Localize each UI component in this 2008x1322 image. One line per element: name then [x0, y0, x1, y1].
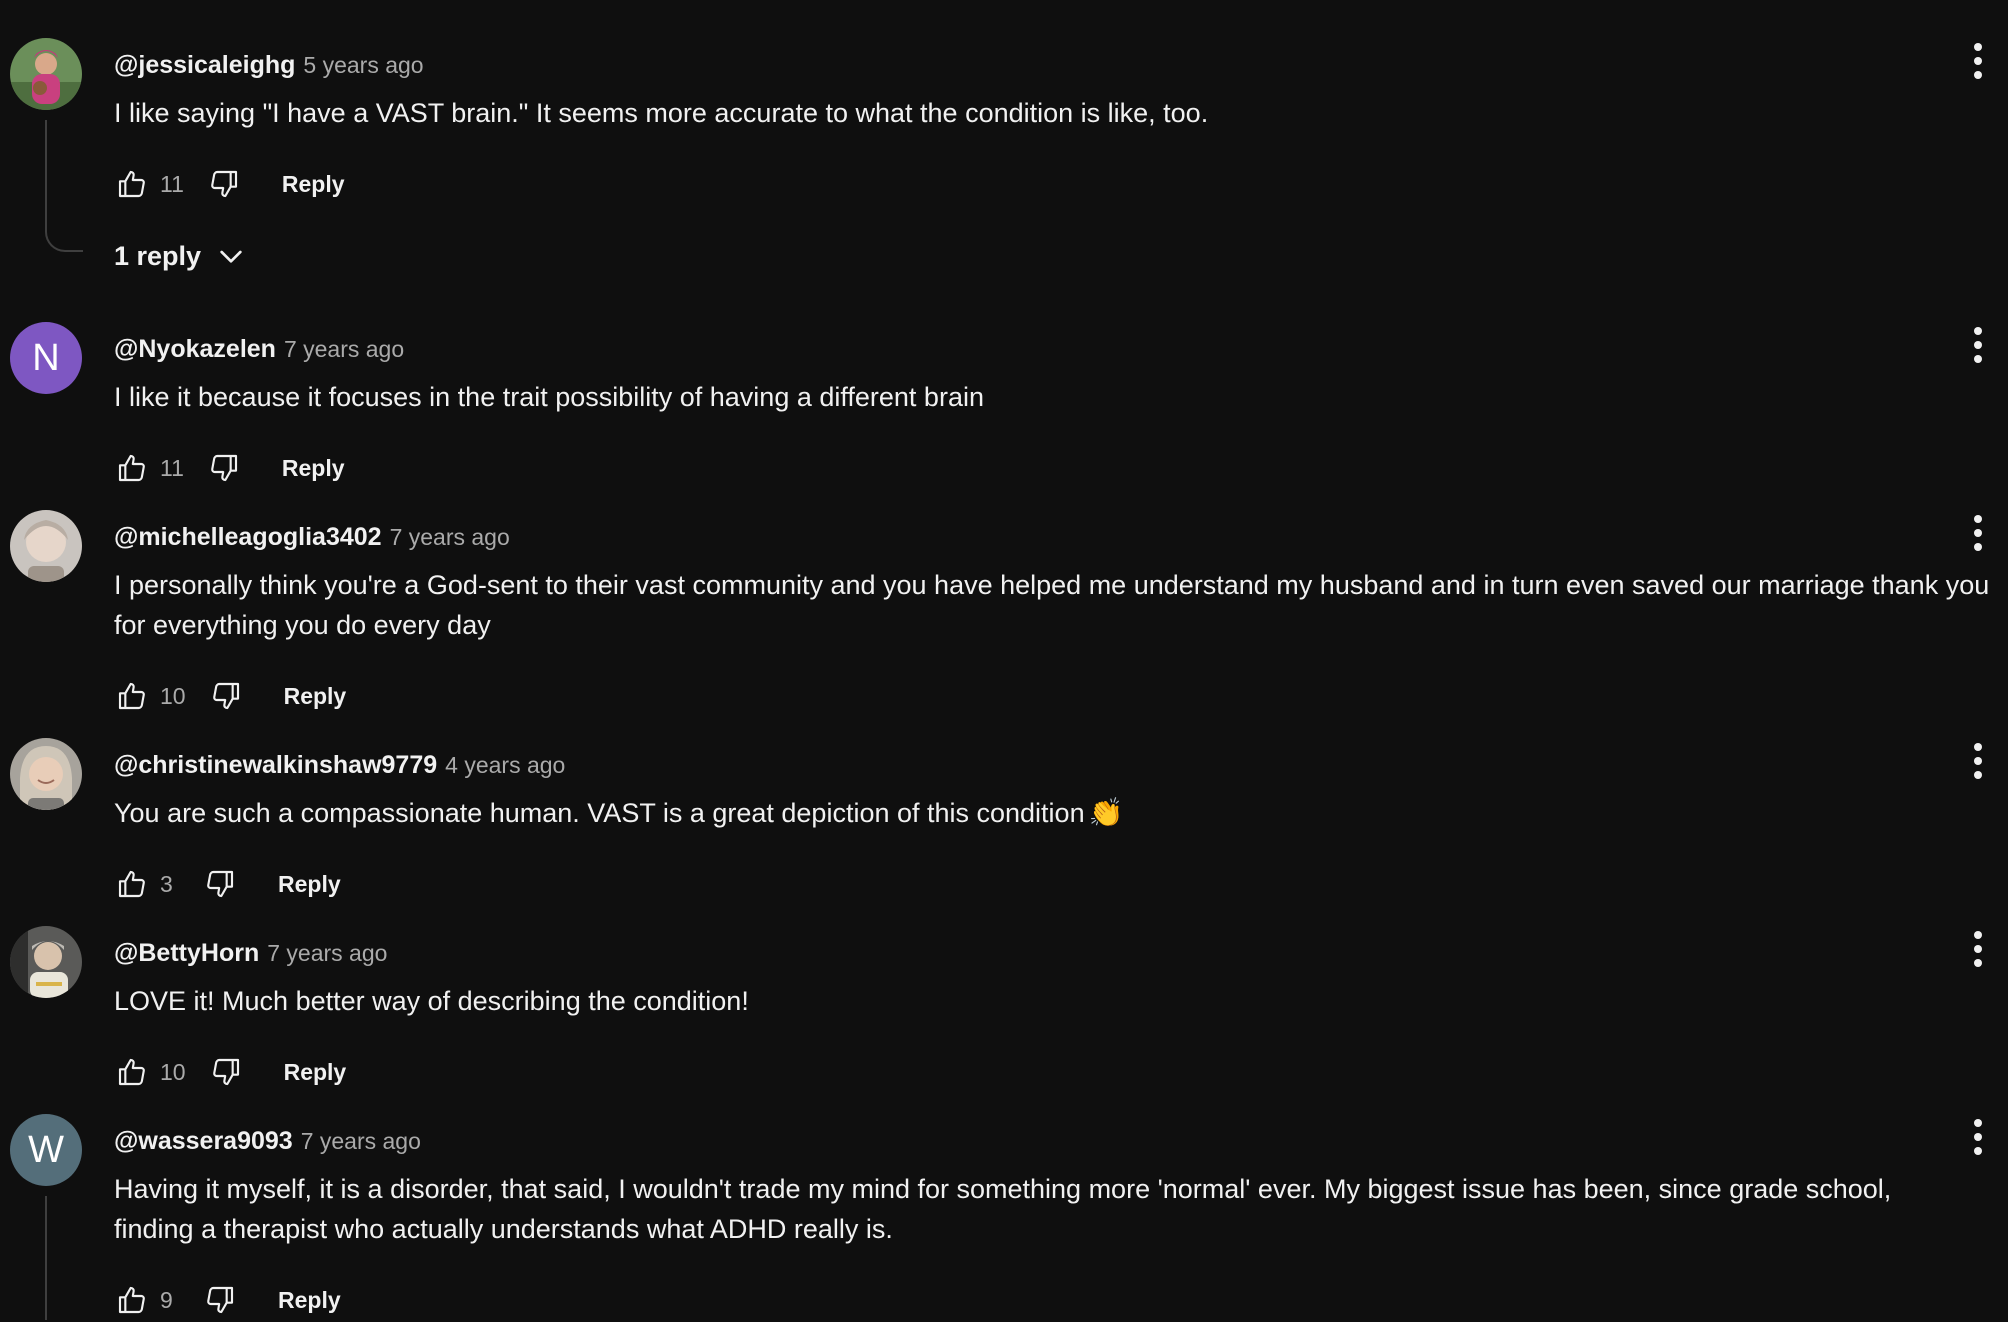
avatar[interactable] [10, 738, 82, 810]
comment-text: You are such a compassionate human. VAST… [114, 793, 1994, 833]
thread-line [45, 1196, 47, 1320]
comment-header: @michelleagoglia3402 7 years ago [114, 520, 510, 558]
reply-button[interactable]: Reply [284, 1059, 347, 1086]
thumb-down-icon[interactable] [204, 164, 244, 204]
reply-button[interactable]: Reply [278, 1287, 341, 1314]
thumb-down-icon[interactable] [200, 864, 240, 904]
comment-text: Having it myself, it is a disorder, that… [114, 1174, 1892, 1244]
avatar[interactable] [10, 510, 82, 582]
comment-header: @christinewalkinshaw9779 4 years ago [114, 748, 565, 786]
thumb-up-icon[interactable] [112, 676, 152, 716]
comment-text: I like it because it focuses in the trai… [114, 382, 984, 412]
avatar-photo-icon [10, 510, 82, 582]
comment-header: @wassera9093 7 years ago [114, 1124, 421, 1162]
thread-line [45, 120, 47, 222]
comment-time[interactable]: 5 years ago [303, 52, 423, 78]
comment-time[interactable]: 7 years ago [301, 1128, 421, 1154]
thumb-up-icon[interactable] [112, 448, 152, 488]
more-vertical-icon[interactable] [1958, 738, 1998, 784]
chevron-down-icon [201, 240, 247, 272]
comment-text: I personally think you're a God-sent to … [114, 570, 1990, 640]
avatar-photo-icon [10, 738, 82, 810]
comment-author[interactable]: @jessicaleighg [114, 51, 295, 79]
comment-actions: 3 Reply [112, 862, 341, 906]
more-vertical-icon[interactable] [1958, 926, 1998, 972]
avatar-photo-icon [10, 38, 82, 110]
reply-button[interactable]: Reply [282, 455, 345, 482]
comment-author[interactable]: @Nyokazelen [114, 335, 276, 363]
thumb-up-icon[interactable] [112, 1052, 152, 1092]
comment-time[interactable]: 7 years ago [390, 524, 510, 550]
avatar[interactable] [10, 926, 82, 998]
like-count: 3 [160, 870, 173, 897]
comment-time[interactable]: 7 years ago [284, 336, 404, 362]
reply-button[interactable]: Reply [278, 871, 341, 898]
thumb-down-icon[interactable] [206, 1052, 246, 1092]
more-vertical-icon[interactable] [1958, 510, 1998, 556]
avatar[interactable]: W [10, 1114, 82, 1186]
avatar[interactable]: N [10, 322, 82, 394]
comment-actions: 11 Reply [112, 162, 345, 206]
comment-text: LOVE it! Much better way of describing t… [114, 986, 749, 1016]
comment-text-body: You are such a compassionate human. VAST… [114, 798, 1085, 828]
clapping-hands-emoji: 👏 [1088, 797, 1124, 828]
comment-author[interactable]: @BettyHorn [114, 939, 259, 967]
like-count: 10 [160, 1058, 186, 1085]
comment-actions: 10 Reply [112, 674, 346, 718]
avatar[interactable] [10, 38, 82, 110]
avatar-letter: N [32, 336, 60, 379]
replies-toggle[interactable]: 1 reply [114, 236, 247, 276]
comment-time[interactable]: 4 years ago [445, 752, 565, 778]
more-vertical-icon[interactable] [1958, 322, 1998, 368]
like-count: 11 [160, 170, 184, 197]
avatar-photo-icon [10, 926, 82, 998]
thumb-down-icon[interactable] [200, 1280, 240, 1320]
thumb-down-icon[interactable] [206, 676, 246, 716]
replies-count-label: 1 reply [114, 240, 202, 271]
like-count: 11 [160, 454, 184, 481]
comment-author[interactable]: @wassera9093 [114, 1127, 293, 1155]
avatar-letter: W [28, 1128, 64, 1171]
comment-header: @jessicaleighg 5 years ago [114, 48, 424, 86]
comments-section: @jessicaleighg 5 years ago I like saying … [0, 0, 2008, 1320]
comment-author[interactable]: @christinewalkinshaw9779 [114, 751, 437, 779]
thumb-up-icon[interactable] [112, 1280, 152, 1320]
comment-time[interactable]: 7 years ago [267, 940, 387, 966]
reply-button[interactable]: Reply [282, 171, 345, 198]
comment-header: @Nyokazelen 7 years ago [114, 332, 404, 370]
reply-button[interactable]: Reply [284, 683, 347, 710]
like-count: 9 [160, 1286, 173, 1313]
comment-author[interactable]: @michelleagoglia3402 [114, 523, 382, 551]
thumb-up-icon[interactable] [112, 164, 152, 204]
comment-actions: 10 Reply [112, 1050, 346, 1094]
comment-actions: 9 Reply [112, 1278, 341, 1322]
thumb-down-icon[interactable] [204, 448, 244, 488]
comment-actions: 11 Reply [112, 446, 345, 490]
comment-header: @BettyHorn 7 years ago [114, 936, 387, 974]
thread-curve [45, 222, 83, 252]
more-vertical-icon[interactable] [1958, 38, 1998, 84]
like-count: 10 [160, 682, 186, 709]
thumb-up-icon[interactable] [112, 864, 152, 904]
comment-text: I like saying "I have a VAST brain." It … [114, 98, 1209, 128]
more-vertical-icon[interactable] [1958, 1114, 1998, 1160]
